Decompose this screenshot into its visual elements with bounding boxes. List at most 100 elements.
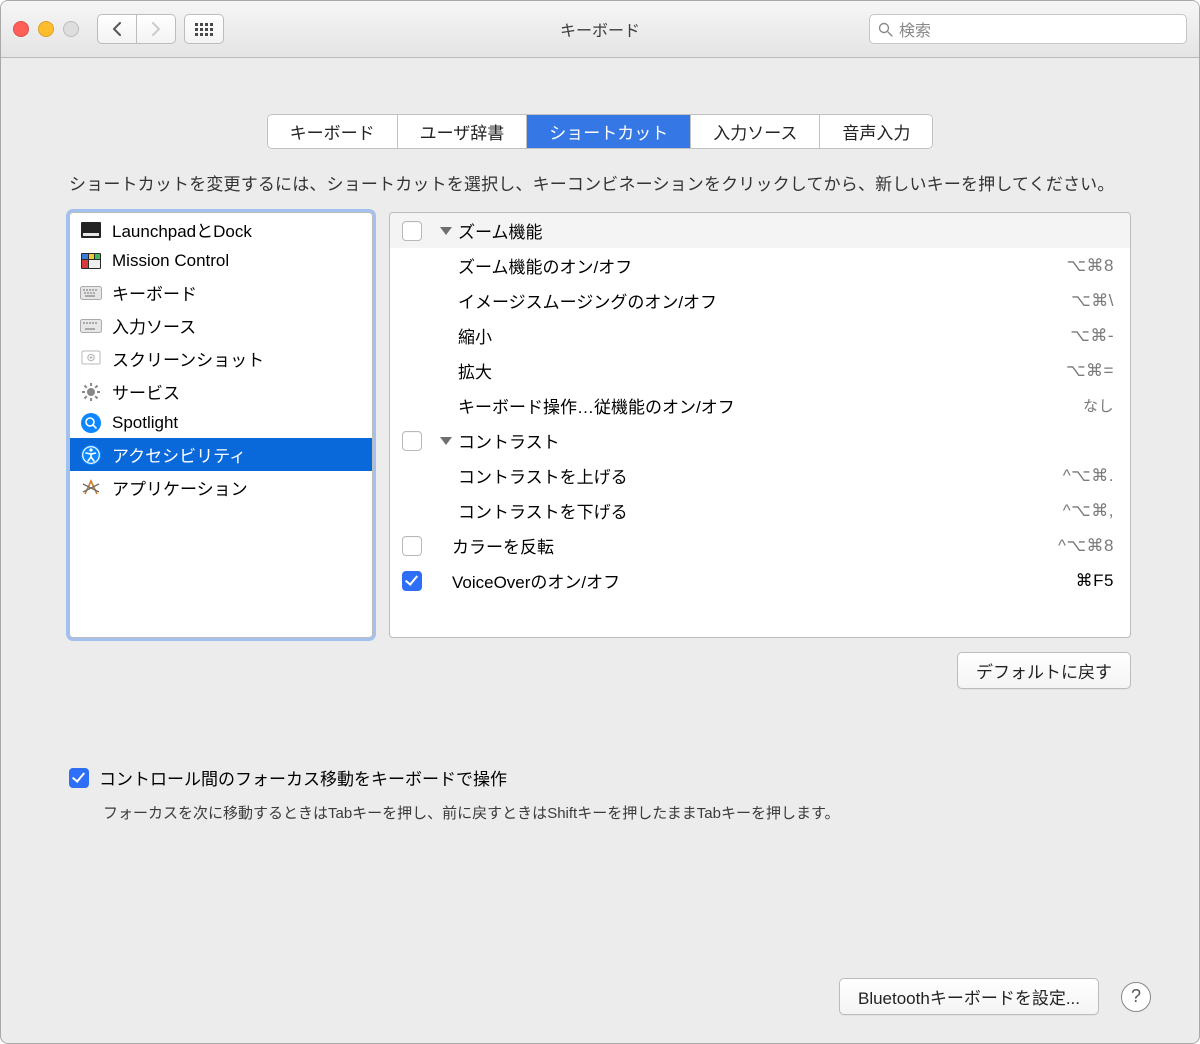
grid-icon	[195, 23, 213, 36]
row-voiceover[interactable]: VoiceOverのオン/オフ ⌘F5	[390, 563, 1130, 598]
shortcut-label: カラーを反転	[452, 533, 554, 558]
disclosure-triangle-icon[interactable]	[440, 437, 452, 445]
help-button[interactable]: ?	[1121, 982, 1151, 1012]
shortcut-keys[interactable]: ⌥⌘-	[1070, 326, 1114, 346]
spotlight-icon	[80, 412, 102, 434]
shortcut-row[interactable]: イメージスムージングのオン/オフ ⌥⌘\	[390, 283, 1130, 318]
preferences-window: キーボード 検索 キーボード ユーザ辞書 ショートカット 入力ソース 音声入力 …	[0, 0, 1200, 1044]
shortcut-label: 拡大	[458, 358, 492, 383]
screenshot-icon	[80, 348, 102, 370]
shortcut-label: コントラストを上げる	[458, 463, 628, 488]
shortcut-keys[interactable]: ^⌥⌘8	[1058, 536, 1114, 556]
instruction-text: ショートカットを変更するには、ショートカットを選択し、キーコンビネーションをクリ…	[69, 171, 1131, 198]
search-field[interactable]: 検索	[869, 14, 1187, 44]
footer: Bluetoothキーボードを設定... ?	[839, 978, 1151, 1015]
shortcut-keys[interactable]: ^⌥⌘.	[1063, 466, 1114, 486]
tab-input-sources[interactable]: 入力ソース	[691, 115, 820, 148]
search-icon	[878, 22, 893, 37]
checkbox[interactable]	[402, 571, 422, 591]
window-title: キーボード	[560, 17, 640, 41]
disclosure-triangle-icon[interactable]	[440, 227, 452, 235]
category-launchpad-dock[interactable]: LaunchpadとDock	[70, 213, 372, 246]
category-spotlight[interactable]: Spotlight	[70, 408, 372, 438]
shortcut-label: キーボード操作…従機能のオン/オフ	[458, 393, 735, 418]
shortcut-row[interactable]: ズーム機能のオン/オフ ⌥⌘8	[390, 248, 1130, 283]
shortcut-keys[interactable]: なし	[1083, 395, 1114, 416]
checkbox[interactable]	[402, 536, 422, 556]
shortcut-row[interactable]: 拡大 ⌥⌘=	[390, 353, 1130, 388]
panels: LaunchpadとDock Mission Control キーボード	[69, 212, 1131, 638]
show-all-button[interactable]	[184, 14, 224, 44]
category-label: サービス	[112, 379, 180, 404]
nav-buttons	[97, 14, 176, 44]
checkbox[interactable]	[402, 431, 422, 451]
category-services[interactable]: サービス	[70, 375, 372, 408]
category-label: アクセシビリティ	[112, 442, 246, 467]
tab-keyboard[interactable]: キーボード	[268, 115, 398, 148]
titlebar: キーボード 検索	[1, 1, 1199, 58]
close-window-icon[interactable]	[13, 21, 29, 37]
checkbox[interactable]	[69, 768, 89, 788]
tab-bar: キーボード ユーザ辞書 ショートカット 入力ソース 音声入力	[267, 114, 934, 149]
keyboard-navigation-label: コントロール間のフォーカス移動をキーボードで操作	[99, 765, 507, 790]
shortcut-row[interactable]: コントラストを上げる ^⌥⌘.	[390, 458, 1130, 493]
category-label: アプリケーション	[112, 475, 248, 500]
tab-user-dictionary[interactable]: ユーザ辞書	[398, 115, 528, 148]
shortcut-row[interactable]: キーボード操作…従機能のオン/オフ なし	[390, 388, 1130, 423]
content-body: キーボード ユーザ辞書 ショートカット 入力ソース 音声入力 ショートカットを変…	[1, 58, 1199, 823]
launchpad-icon	[80, 219, 102, 241]
category-label: Spotlight	[112, 413, 178, 433]
group-zoom[interactable]: ズーム機能	[390, 213, 1130, 248]
category-label: キーボード	[112, 280, 197, 305]
category-accessibility[interactable]: アクセシビリティ	[70, 438, 372, 471]
mission-control-icon	[80, 250, 102, 272]
forward-button[interactable]	[137, 14, 176, 44]
category-label: Mission Control	[112, 251, 229, 271]
shortcut-keys[interactable]: ^⌥⌘,	[1063, 501, 1114, 521]
restore-defaults-button[interactable]: デフォルトに戻す	[957, 652, 1131, 689]
accessibility-icon	[80, 444, 102, 466]
shortcut-label: VoiceOverのオン/オフ	[452, 568, 620, 593]
group-contrast[interactable]: コントラスト	[390, 423, 1130, 458]
category-screenshots[interactable]: スクリーンショット	[70, 342, 372, 375]
minimize-window-icon[interactable]	[38, 21, 54, 37]
bluetooth-keyboard-button[interactable]: Bluetoothキーボードを設定...	[839, 978, 1099, 1015]
window-controls	[13, 21, 79, 37]
category-keyboard[interactable]: キーボード	[70, 276, 372, 309]
shortcut-row[interactable]: 縮小 ⌥⌘-	[390, 318, 1130, 353]
keyboard-navigation-row: コントロール間のフォーカス移動をキーボードで操作	[69, 765, 1131, 790]
shortcut-keys[interactable]: ⌥⌘=	[1066, 361, 1114, 381]
group-label: コントラスト	[458, 428, 560, 453]
shortcut-keys[interactable]: ⌘F5	[1076, 571, 1114, 591]
input-sources-icon	[80, 315, 102, 337]
checkbox[interactable]	[402, 221, 422, 241]
category-input-sources[interactable]: 入力ソース	[70, 309, 372, 342]
shortcut-list[interactable]: ズーム機能 ズーム機能のオン/オフ ⌥⌘8 イメージスムージングのオン/オフ ⌥⌘\…	[389, 212, 1131, 638]
back-button[interactable]	[97, 14, 137, 44]
actions-row: デフォルトに戻す	[69, 652, 1131, 689]
category-list[interactable]: LaunchpadとDock Mission Control キーボード	[69, 212, 373, 638]
category-label: 入力ソース	[112, 313, 196, 338]
category-label: LaunchpadとDock	[112, 217, 252, 242]
category-app-shortcuts[interactable]: アプリケーション	[70, 471, 372, 504]
category-mission-control[interactable]: Mission Control	[70, 246, 372, 276]
applications-icon	[80, 477, 102, 499]
shortcut-keys[interactable]: ⌥⌘8	[1066, 256, 1114, 276]
tab-dictation[interactable]: 音声入力	[820, 115, 932, 148]
search-placeholder: 検索	[899, 17, 931, 41]
shortcut-label: 縮小	[458, 323, 492, 348]
group-label: ズーム機能	[458, 218, 543, 243]
shortcut-label: イメージスムージングのオン/オフ	[458, 288, 717, 313]
row-invert-colors[interactable]: カラーを反転 ^⌥⌘8	[390, 528, 1130, 563]
shortcut-row[interactable]: コントラストを下げる ^⌥⌘,	[390, 493, 1130, 528]
category-label: スクリーンショット	[112, 346, 264, 371]
keyboard-icon	[80, 282, 102, 304]
shortcut-keys[interactable]: ⌥⌘\	[1071, 291, 1114, 311]
tab-shortcuts[interactable]: ショートカット	[527, 115, 691, 148]
help-icon: ?	[1131, 986, 1141, 1007]
keyboard-navigation-hint: フォーカスを次に移動するときはTabキーを押し、前に戻すときはShiftキーを押…	[103, 802, 1131, 823]
shortcut-label: コントラストを下げる	[458, 498, 628, 523]
zoom-window-icon	[63, 21, 79, 37]
shortcut-label: ズーム機能のオン/オフ	[458, 253, 632, 278]
services-icon	[80, 381, 102, 403]
